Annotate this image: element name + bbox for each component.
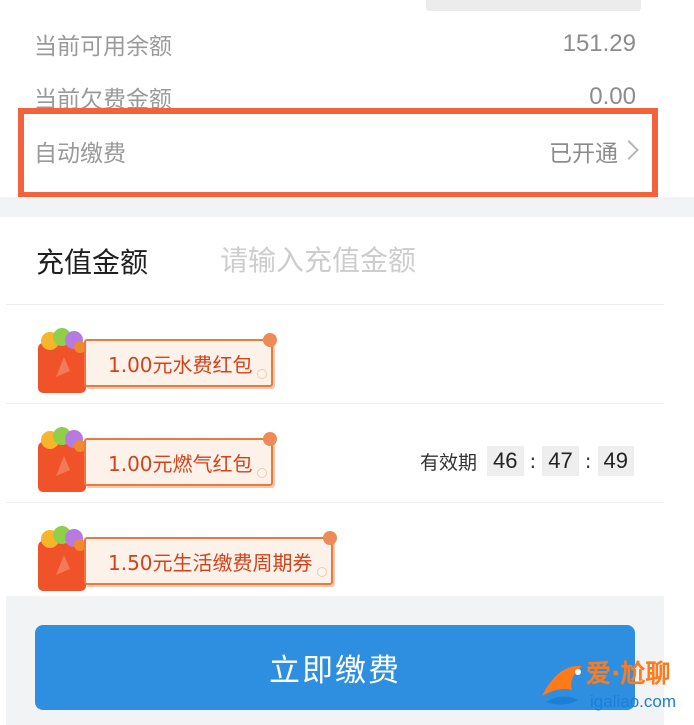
recharge-amount-label: 充值金额 [36, 245, 149, 279]
available-balance-value: 151.29 [562, 30, 636, 57]
coupon-row[interactable]: 1.00元水费红包 [6, 305, 664, 404]
section-divider [0, 197, 694, 217]
recharge-amount-input[interactable] [218, 243, 603, 278]
countdown-hours: 46 [487, 446, 524, 476]
watermark-brand: 爱·尬聊 [586, 659, 671, 688]
validity-countdown: 有效期 46 : 47 : 49 [420, 446, 634, 476]
decor-dot [316, 567, 327, 577]
coupon-text: 1.00元水费红包 [108, 352, 253, 377]
available-balance-label: 当前可用余额 [34, 34, 172, 60]
bird-logo-icon [542, 665, 582, 705]
coupon-row[interactable]: 1.50元生活缴费周期券 [6, 503, 664, 601]
coupon-row[interactable]: 1.00元燃气红包 有效期 46 : 47 : 49 [6, 404, 664, 503]
coupon-text: 1.00元燃气红包 [108, 451, 253, 476]
decor-dot [256, 369, 267, 379]
coupon-badge: 1.00元水费红包 [84, 333, 277, 387]
countdown-separator: : [529, 449, 537, 473]
decor-dot [256, 468, 267, 478]
countdown-seconds: 49 [597, 446, 634, 476]
validity-label: 有效期 [420, 451, 478, 474]
blurred-content [426, 0, 641, 11]
countdown-minutes: 47 [542, 446, 579, 476]
countdown-separator: : [584, 449, 592, 473]
arrears-value: 0.00 [589, 83, 636, 110]
available-balance-row: 当前可用余额 151.29 [34, 24, 636, 64]
recharge-amount-row: 充值金额 [6, 217, 664, 305]
site-watermark: 爱·尬聊 igaliao.com [538, 652, 688, 718]
watermark-domain: igaliao.com [590, 692, 676, 711]
red-envelope-bag-icon [38, 328, 86, 393]
annotation-highlight-box [18, 108, 658, 198]
coupon-badge: 1.00元燃气红包 [84, 432, 277, 486]
decor-dot [322, 531, 337, 545]
decor-dot [262, 333, 277, 347]
decor-dot [262, 432, 277, 446]
coupon-text: 1.50元生活缴费周期券 [108, 550, 313, 575]
red-envelope-bag-icon [38, 427, 86, 492]
red-envelope-bag-icon [38, 526, 86, 591]
coupon-badge: 1.50元生活缴费周期券 [84, 531, 337, 585]
